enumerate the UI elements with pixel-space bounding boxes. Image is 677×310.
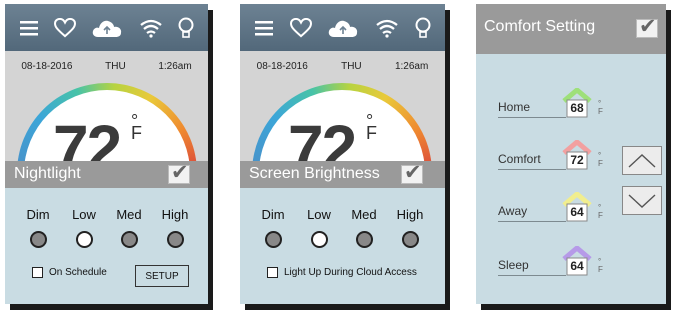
level-radio[interactable] bbox=[355, 231, 373, 248]
nightlight-enable-checkbox[interactable] bbox=[168, 160, 190, 185]
brightness-title: Screen Brightness bbox=[249, 165, 380, 182]
level-high[interactable]: High bbox=[390, 207, 430, 248]
brightness-panel: 08-18-2016 THU 1:26am 72 ° F Screen Brig… bbox=[240, 4, 445, 304]
level-med[interactable]: Med bbox=[109, 207, 149, 248]
level-radio[interactable] bbox=[264, 231, 282, 248]
cloud-icon[interactable] bbox=[91, 17, 123, 39]
mode-name: Sleep bbox=[498, 258, 529, 272]
comfort-title: Comfort Setting bbox=[484, 18, 596, 35]
decrease-temp-button[interactable] bbox=[622, 186, 662, 215]
house-icon: 72 bbox=[560, 139, 594, 170]
temperature-value: 72 bbox=[53, 112, 122, 161]
date-label: 08-18-2016 bbox=[21, 61, 73, 72]
level-radio[interactable] bbox=[310, 231, 328, 248]
icon-bar bbox=[240, 4, 445, 51]
mode-value: 72 bbox=[570, 153, 584, 167]
temperature-unit: ° F bbox=[131, 111, 142, 143]
on-schedule-option[interactable]: On Schedule bbox=[32, 267, 107, 278]
level-dim[interactable]: Dim bbox=[253, 207, 293, 248]
mode-name: Away bbox=[498, 204, 528, 218]
nightlight-title: Nightlight bbox=[14, 165, 81, 182]
cloud-access-checkbox[interactable] bbox=[267, 267, 278, 278]
thermostat-display: 08-18-2016 THU 1:26am 72 ° F bbox=[240, 51, 445, 161]
heart-icon[interactable] bbox=[54, 17, 77, 38]
comfort-mode-away[interactable]: Away 64 ° F bbox=[498, 191, 618, 224]
mode-value: 64 bbox=[570, 259, 584, 273]
house-icon: 68 bbox=[560, 87, 594, 118]
level-dim[interactable]: Dim bbox=[18, 207, 58, 248]
comfort-header: Comfort Setting bbox=[476, 4, 666, 54]
level-radio[interactable] bbox=[120, 231, 138, 248]
heart-icon[interactable] bbox=[289, 17, 312, 38]
icon-bar bbox=[5, 4, 208, 51]
date-label: 08-18-2016 bbox=[256, 61, 308, 72]
level-radio[interactable] bbox=[401, 231, 419, 248]
level-radio[interactable] bbox=[29, 231, 47, 248]
lightbulb-icon[interactable] bbox=[415, 17, 431, 39]
mode-name: Comfort bbox=[498, 152, 541, 166]
level-radio[interactable] bbox=[75, 231, 93, 248]
menu-icon[interactable] bbox=[254, 20, 274, 36]
divider bbox=[498, 117, 566, 118]
temperature-value: 72 bbox=[288, 112, 357, 161]
level-radio[interactable] bbox=[166, 231, 184, 248]
day-label: THU bbox=[341, 61, 362, 72]
mode-value: 64 bbox=[570, 205, 584, 219]
brightness-header: Screen Brightness bbox=[240, 160, 445, 188]
increase-temp-button[interactable] bbox=[622, 146, 662, 175]
level-high[interactable]: High bbox=[155, 207, 195, 248]
wifi-icon[interactable] bbox=[375, 18, 399, 38]
level-low[interactable]: Low bbox=[299, 207, 339, 248]
divider bbox=[498, 221, 566, 222]
on-schedule-label: On Schedule bbox=[49, 267, 107, 278]
chevron-up-icon bbox=[628, 153, 656, 168]
house-icon: 64 bbox=[560, 245, 594, 276]
chevron-down-icon bbox=[628, 193, 656, 208]
brightness-enable-checkbox[interactable] bbox=[401, 160, 423, 185]
cloud-icon[interactable] bbox=[327, 17, 359, 39]
temperature-unit: ° F bbox=[366, 111, 377, 143]
menu-icon[interactable] bbox=[19, 20, 39, 36]
time-label: 1:26am bbox=[158, 61, 192, 72]
wifi-icon[interactable] bbox=[139, 18, 163, 38]
nightlight-panel: 08-18-2016 THU 1:26am 72 ° F Nightlight … bbox=[5, 4, 208, 304]
level-med[interactable]: Med bbox=[344, 207, 384, 248]
level-low[interactable]: Low bbox=[64, 207, 104, 248]
comfort-enable-checkbox[interactable] bbox=[636, 14, 658, 39]
comfort-mode-comfort[interactable]: Comfort 72 ° F bbox=[498, 139, 618, 172]
on-schedule-checkbox[interactable] bbox=[32, 267, 43, 278]
comfort-panel: Comfort Setting Home 68 °F Comfort 72 °F… bbox=[476, 4, 666, 304]
comfort-mode-sleep[interactable]: Sleep 64 ° F bbox=[498, 245, 618, 278]
mode-unit: ° F bbox=[598, 151, 603, 168]
mode-name: Home bbox=[498, 100, 531, 114]
cloud-access-option[interactable]: Light Up During Cloud Access bbox=[267, 267, 417, 278]
day-label: THU bbox=[105, 61, 126, 72]
status-row: 08-18-2016 THU 1:26am bbox=[5, 61, 208, 72]
mode-unit: ° F bbox=[598, 257, 603, 274]
mode-unit: ° F bbox=[598, 99, 603, 116]
house-icon: 64 bbox=[560, 191, 594, 222]
thermostat-display: 08-18-2016 THU 1:26am 72 ° F bbox=[5, 51, 208, 161]
mode-unit: ° F bbox=[598, 203, 603, 220]
lightbulb-icon[interactable] bbox=[178, 17, 194, 39]
time-label: 1:26am bbox=[394, 61, 429, 72]
mode-value: 68 bbox=[570, 101, 584, 115]
status-row: 08-18-2016 THU 1:26am bbox=[240, 61, 445, 72]
comfort-mode-home[interactable]: Home 68 ° F bbox=[498, 87, 618, 120]
setup-button[interactable]: SETUP bbox=[135, 265, 189, 287]
cloud-access-label: Light Up During Cloud Access bbox=[284, 267, 417, 278]
divider bbox=[498, 169, 566, 170]
divider bbox=[498, 275, 566, 276]
nightlight-header: Nightlight bbox=[5, 160, 208, 188]
